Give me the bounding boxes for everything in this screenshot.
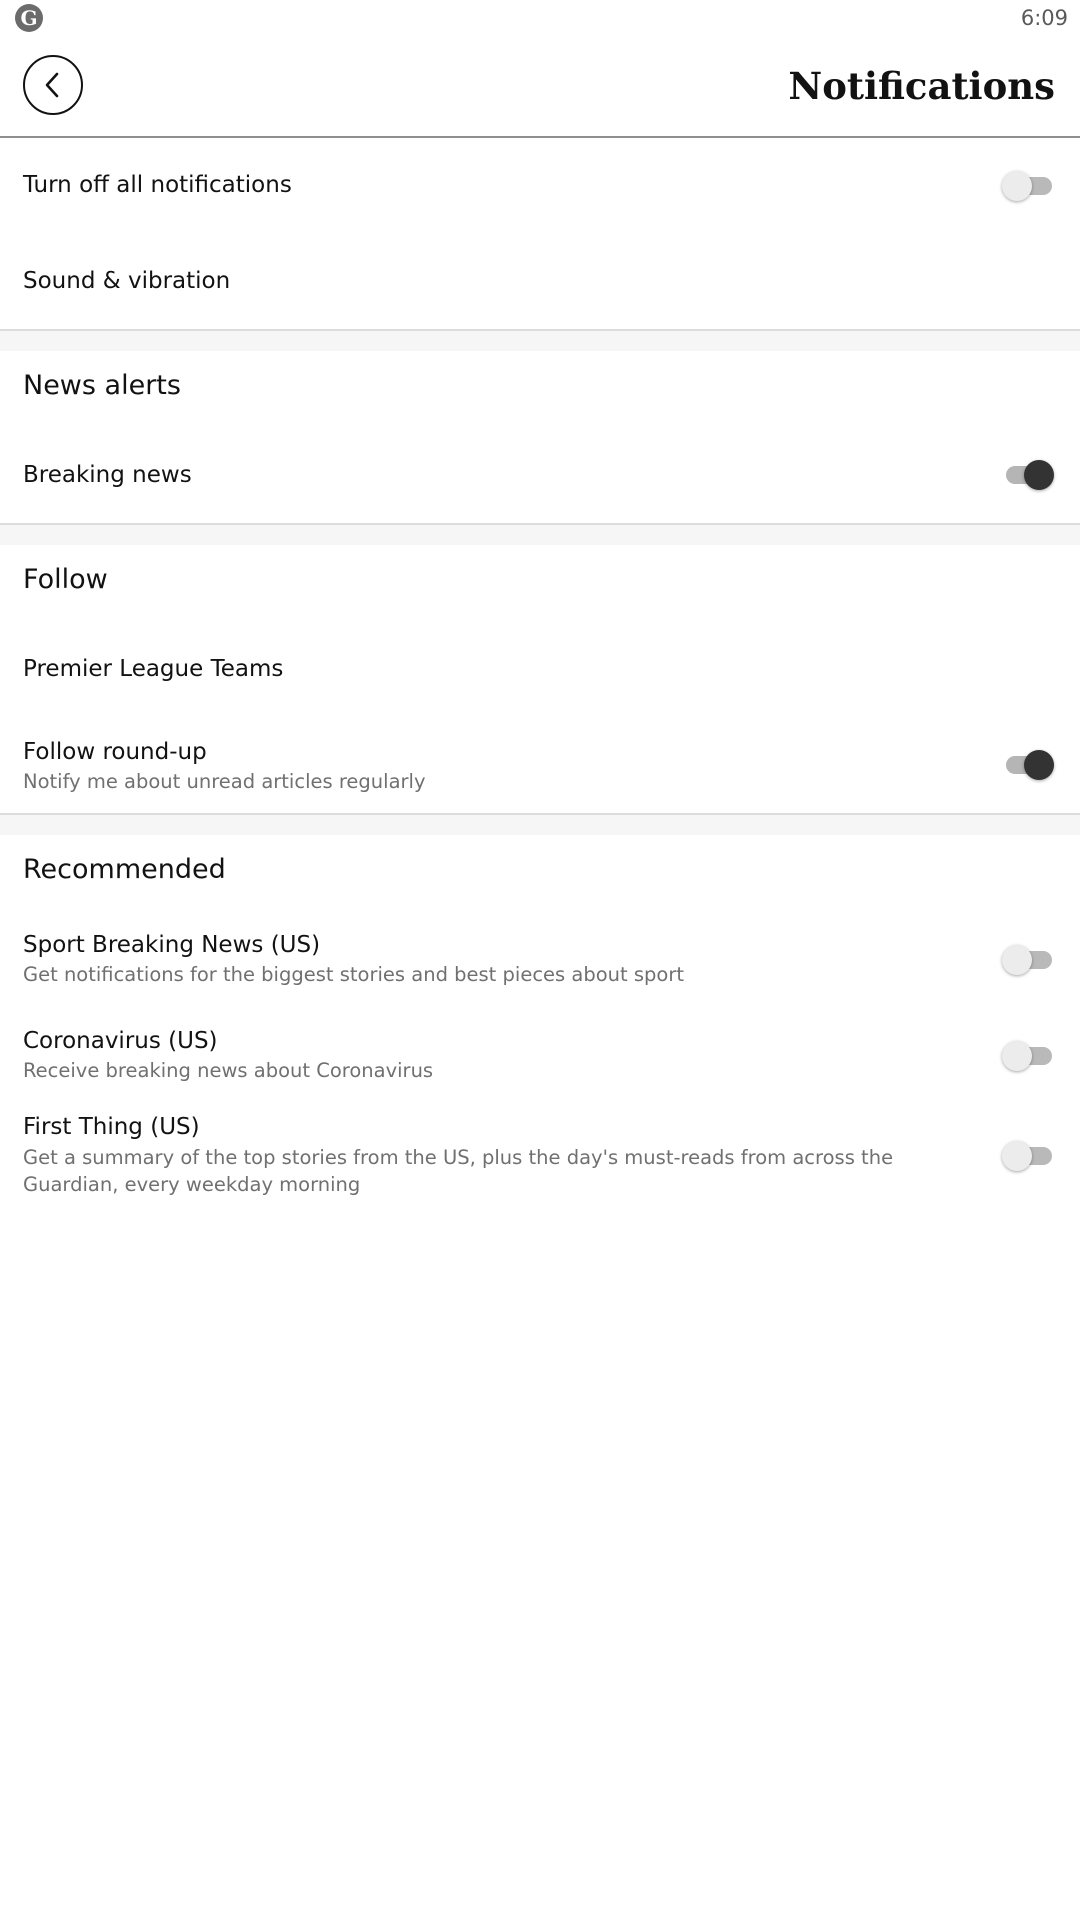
recommended-header: Recommended: [0, 836, 1080, 906]
toggle-thumb: [1002, 171, 1032, 201]
premier-league-label: Premier League Teams: [23, 656, 284, 682]
breaking-news-label: Breaking news: [23, 462, 192, 488]
turn-off-all-toggle[interactable]: [1002, 166, 1054, 206]
toggle-thumb: [1024, 750, 1054, 780]
sport-breaking-news-toggle[interactable]: [1002, 940, 1054, 980]
chevron-left-icon: [45, 72, 59, 98]
section-title-recommended: Recommended: [23, 854, 226, 885]
news-alerts-header: News alerts: [0, 352, 1080, 422]
follow-round-up-row[interactable]: Follow round-up Notify me about unread a…: [0, 722, 1080, 814]
section-divider: [0, 523, 1080, 545]
premier-league-row[interactable]: Premier League Teams: [0, 626, 1080, 716]
breaking-news-toggle[interactable]: [1004, 455, 1054, 495]
recommended-item-label: Coronavirus (US): [23, 1028, 218, 1054]
status-bar: G 6:09: [0, 0, 1080, 38]
follow-round-up-toggle[interactable]: [1004, 745, 1054, 785]
coronavirus-toggle[interactable]: [1002, 1036, 1054, 1076]
breaking-news-row[interactable]: Breaking news: [0, 432, 1080, 522]
section-divider: [0, 813, 1080, 835]
follow-round-up-label: Follow round-up: [23, 739, 207, 765]
follow-header: Follow: [0, 546, 1080, 616]
turn-off-all-row[interactable]: Turn off all notifications: [0, 140, 1080, 230]
recommended-item-description: Receive breaking news about Coronavirus: [23, 1059, 434, 1082]
recommended-item-coronavirus[interactable]: Coronavirus (US) Receive breaking news a…: [0, 1012, 1080, 1102]
back-button[interactable]: [23, 55, 83, 115]
first-thing-toggle[interactable]: [1002, 1136, 1054, 1176]
recommended-item-sport[interactable]: Sport Breaking News (US) Get notificatio…: [0, 916, 1080, 1006]
app-bar: Notifications: [0, 38, 1080, 138]
recommended-item-label: First Thing (US): [23, 1114, 200, 1140]
toggle-thumb: [1002, 1041, 1032, 1071]
toggle-thumb: [1024, 460, 1054, 490]
guardian-logo-icon: G: [15, 4, 43, 32]
section-title-news-alerts: News alerts: [23, 370, 181, 401]
page-title: Notifications: [788, 64, 1055, 108]
turn-off-all-label: Turn off all notifications: [23, 172, 292, 198]
sound-vibration-label: Sound & vibration: [23, 268, 231, 294]
recommended-item-label: Sport Breaking News (US): [23, 932, 321, 958]
sound-vibration-row[interactable]: Sound & vibration: [0, 232, 1080, 326]
status-time: 6:09: [1020, 6, 1068, 30]
toggle-thumb: [1002, 1141, 1032, 1171]
section-divider: [0, 329, 1080, 351]
recommended-item-description: Get a summary of the top stories from th…: [23, 1146, 894, 1196]
recommended-item-first-thing[interactable]: First Thing (US) Get a summary of the to…: [0, 1108, 1080, 1208]
recommended-item-description: Get notifications for the biggest storie…: [23, 963, 684, 986]
toggle-thumb: [1002, 945, 1032, 975]
follow-round-up-description: Notify me about unread articles regularl…: [23, 770, 426, 793]
section-title-follow: Follow: [23, 564, 108, 595]
